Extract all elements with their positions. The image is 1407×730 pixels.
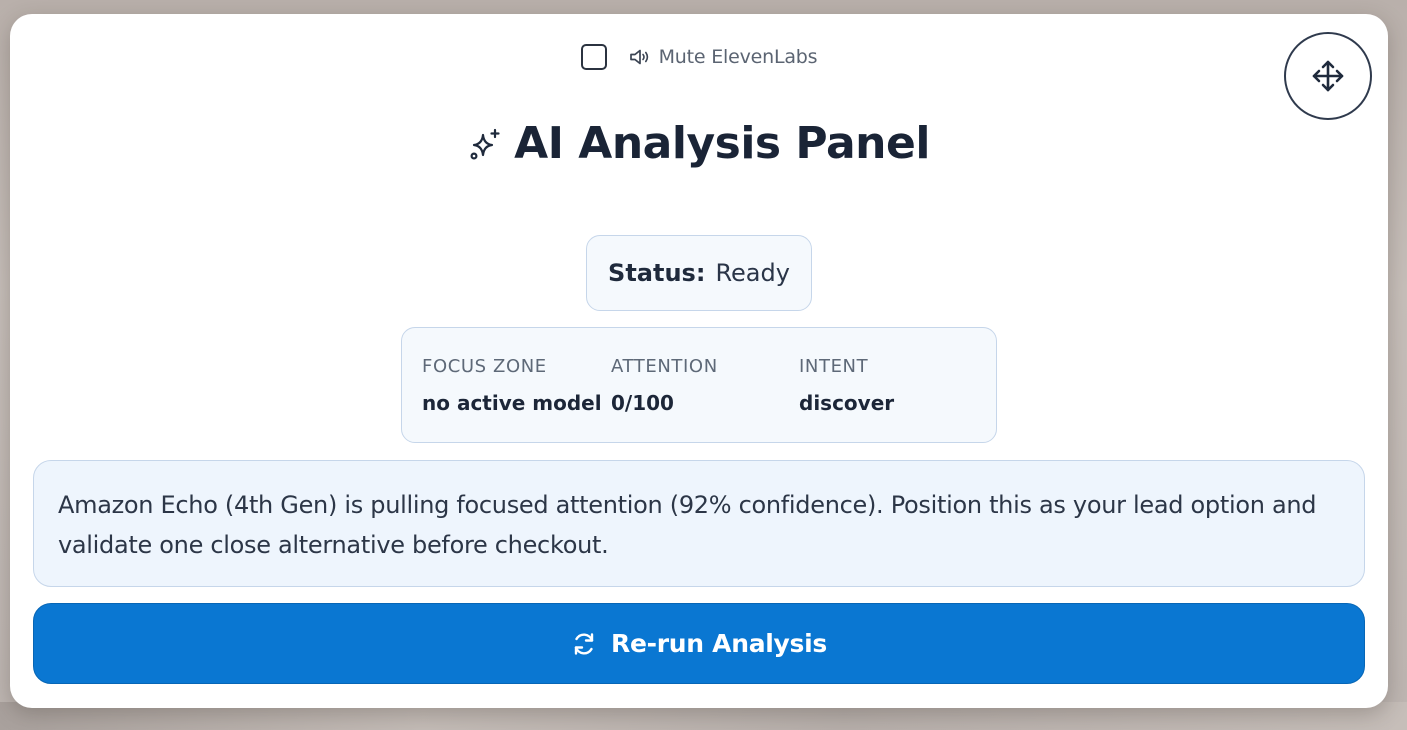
panel-header: AI Analysis Panel	[10, 118, 1388, 169]
speaker-icon	[629, 49, 648, 65]
metric-attention: ATTENTION 0/100	[611, 356, 718, 415]
mute-checkbox[interactable]	[580, 44, 607, 70]
rerun-label: Re-run Analysis	[611, 629, 827, 658]
mute-toggle-row: Mute ElevenLabs	[10, 44, 1388, 70]
status-value: Ready	[715, 259, 790, 287]
insight-text: Amazon Echo (4th Gen) is pulling focused…	[58, 491, 1317, 559]
move-panel-button[interactable]	[1284, 32, 1372, 120]
mute-label[interactable]: Mute ElevenLabs	[659, 46, 818, 68]
metric-focus-zone: FOCUS ZONE no active model	[422, 356, 602, 415]
sparkle-icon	[470, 128, 500, 160]
page-title: AI Analysis Panel	[514, 118, 930, 169]
metrics-card: FOCUS ZONE no active model ATTENTION 0/1…	[401, 327, 997, 443]
rerun-analysis-button[interactable]: Re-run Analysis	[33, 603, 1365, 684]
metric-value: 0/100	[611, 391, 674, 415]
metric-intent: INTENT discover	[799, 356, 894, 415]
ai-analysis-panel: Mute ElevenLabs AI Analysis Panel Status…	[10, 14, 1388, 708]
refresh-icon	[574, 632, 594, 655]
metric-value: discover	[799, 391, 895, 415]
insight-card: Amazon Echo (4th Gen) is pulling focused…	[33, 460, 1365, 587]
move-arrows-icon	[1312, 60, 1344, 92]
metric-value: no active model	[422, 391, 602, 415]
metric-label: INTENT	[799, 356, 869, 377]
status-label: Status:	[608, 259, 706, 287]
status-badge: Status: Ready	[586, 235, 812, 311]
metric-label: ATTENTION	[611, 356, 718, 377]
metric-label: FOCUS ZONE	[422, 356, 547, 377]
